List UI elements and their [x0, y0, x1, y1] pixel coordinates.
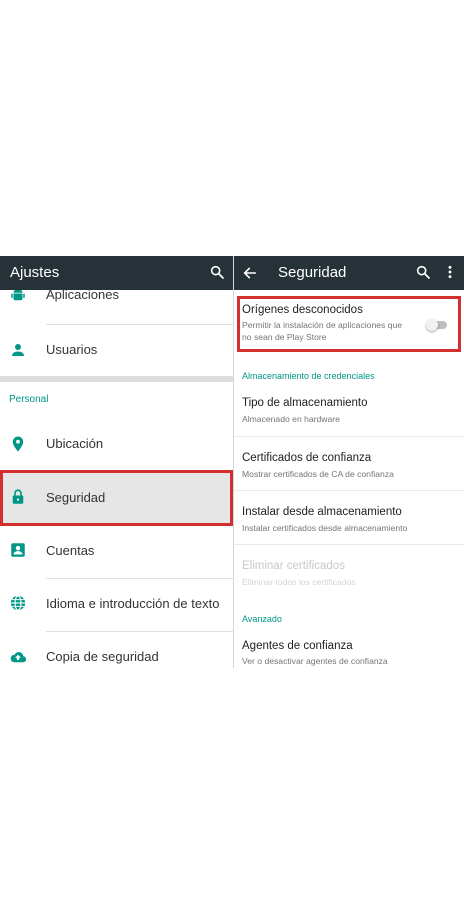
- setting-subtitle: Mostrar certificados de CA de confianza: [242, 469, 394, 479]
- globe-icon: [10, 595, 26, 611]
- divider: [234, 544, 464, 545]
- highlight-unknown-sources: [237, 296, 461, 352]
- setting-subtitle: Ver o desactivar agentes de confianza: [242, 656, 388, 666]
- cloud-upload-icon: [10, 652, 27, 663]
- security-pane: Seguridad Orígenes desconocidos Permitir…: [234, 256, 464, 668]
- section-header-personal: Personal: [9, 394, 49, 405]
- person-icon: [12, 344, 24, 356]
- setting-subtitle: Almacenado en hardware: [242, 414, 340, 424]
- settings-pane: Ajustes Aplicaciones Usuarios Personal U…: [0, 256, 233, 668]
- section-divider: [0, 376, 233, 382]
- setting-subtitle: Instalar certificados desde almacenamien…: [242, 523, 408, 533]
- screenshot-composite: Ajustes Aplicaciones Usuarios Personal U…: [0, 256, 464, 668]
- setting-trust-agents[interactable]: Agentes de confianza Ver o desactivar ag…: [242, 639, 456, 667]
- section-header-advanced: Avanzado: [242, 614, 282, 624]
- setting-title: Eliminar certificados: [242, 560, 345, 572]
- settings-item-ubicacion[interactable]: Ubicación: [0, 418, 233, 470]
- settings-item-cuentas[interactable]: Cuentas: [0, 526, 233, 578]
- settings-item-usuarios[interactable]: Usuarios: [0, 325, 233, 377]
- settings-item-label: Usuarios: [46, 342, 98, 357]
- divider: [234, 436, 464, 437]
- settings-item-label: Copia de seguridad: [46, 649, 159, 664]
- setting-subtitle: Eliminar todos los certificados: [242, 577, 356, 587]
- back-arrow-icon[interactable]: [242, 265, 258, 281]
- setting-title: Agentes de confianza: [242, 640, 353, 652]
- settings-item-aplicaciones[interactable]: Aplicaciones: [0, 290, 233, 324]
- divider: [234, 490, 464, 491]
- setting-storage-type[interactable]: Tipo de almacenamiento Almacenado en har…: [242, 396, 456, 425]
- settings-app-bar: Ajustes: [0, 256, 233, 290]
- settings-item-label: Aplicaciones: [46, 290, 119, 302]
- settings-item-copia-seguridad[interactable]: Copia de seguridad: [0, 632, 233, 668]
- security-title: Seguridad: [278, 264, 347, 281]
- setting-trusted-credentials[interactable]: Certificados de confianza Mostrar certif…: [242, 451, 456, 480]
- account-box-icon: [11, 543, 25, 557]
- section-header-credentials: Almacenamiento de credenciales: [242, 371, 375, 381]
- search-icon[interactable]: [209, 264, 225, 280]
- android-icon: [11, 290, 25, 301]
- highlight-seguridad: [0, 470, 233, 526]
- more-vert-icon[interactable]: [446, 264, 454, 280]
- settings-title: Ajustes: [10, 264, 60, 281]
- settings-item-label: Cuentas: [46, 543, 95, 558]
- setting-clear-credentials: Eliminar certificados Eliminar todos los…: [242, 559, 456, 588]
- setting-title: Tipo de almacenamiento: [242, 397, 368, 409]
- setting-title: Certificados de confianza: [242, 452, 372, 464]
- settings-item-label: Ubicación: [46, 436, 104, 451]
- settings-item-idioma[interactable]: Idioma e introducción de texto: [0, 579, 233, 631]
- location-pin-icon: [12, 436, 24, 452]
- setting-title: Instalar desde almacenamiento: [242, 506, 402, 518]
- settings-item-label: Idioma e introducción de texto: [46, 596, 220, 611]
- setting-install-from-storage[interactable]: Instalar desde almacenamiento Instalar c…: [242, 505, 456, 534]
- security-app-bar: Seguridad: [234, 256, 464, 290]
- search-icon[interactable]: [415, 264, 431, 280]
